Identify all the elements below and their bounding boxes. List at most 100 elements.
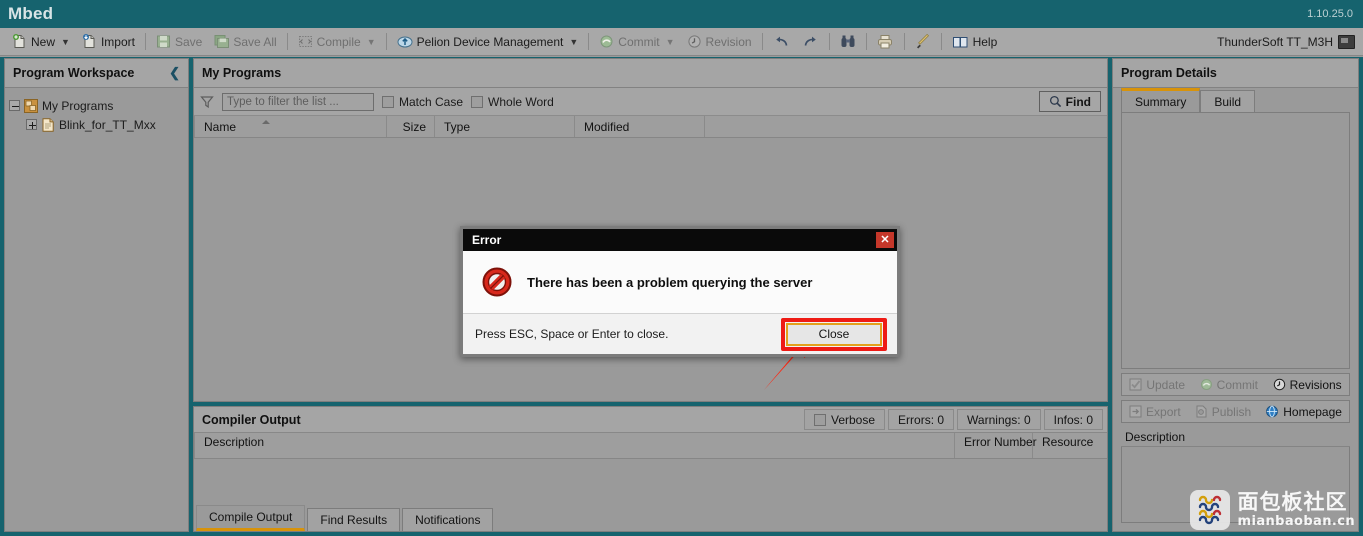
printer-icon (877, 34, 894, 49)
toolbar-print-button[interactable] (871, 32, 900, 51)
program-details-title: Program Details (1121, 66, 1217, 80)
column-header-name[interactable]: Name (194, 116, 386, 137)
warnings-count[interactable]: Warnings: 0 (957, 409, 1041, 430)
toolbar-compile-button[interactable]: Compile ▼ (292, 32, 382, 51)
programs-filter-bar: Match Case Whole Word Find (194, 88, 1107, 116)
update-button[interactable]: Update (1127, 378, 1187, 392)
column-label: Error Number (964, 435, 1037, 449)
column-header-description[interactable]: Description (194, 433, 954, 458)
infos-count[interactable]: Infos: 0 (1043, 409, 1103, 430)
toolbar-pelion-label: Pelion Device Management (416, 34, 564, 49)
chevron-down-icon[interactable]: ▼ (569, 37, 578, 47)
homepage-globe-icon (1265, 405, 1279, 418)
watermark-cn-text: 面包板社区 (1237, 490, 1348, 514)
toolbar-import-button[interactable]: Import (76, 32, 141, 51)
sort-ascending-icon (262, 120, 270, 124)
checkbox-box (471, 95, 484, 108)
tab-build[interactable]: Build (1200, 90, 1256, 112)
column-header-size[interactable]: Size (386, 116, 434, 137)
tree-item-my-programs[interactable]: My Programs (9, 96, 184, 115)
app-title: Mbed (8, 4, 54, 23)
column-header-type[interactable]: Type (434, 116, 574, 137)
export-arrow-icon (1129, 405, 1142, 418)
toolbar-redo-button[interactable] (796, 33, 825, 50)
commit-button[interactable]: Commit (1198, 378, 1260, 392)
toolbar-pelion-device-management-button[interactable]: Pelion Device Management ▼ (391, 32, 585, 51)
toolbar-commit-label: Commit (618, 34, 660, 49)
watermark-text: 面包板社区 mianbaoban.cn (1237, 490, 1355, 529)
compiler-output-columns: Description Error Number Resource In Fol… (194, 433, 1107, 459)
commit-icon (599, 34, 614, 49)
tab-summary[interactable]: Summary (1121, 88, 1201, 112)
toolbar-find-button[interactable] (834, 32, 862, 51)
homepage-label: Homepage (1283, 404, 1342, 419)
errors-count[interactable]: Errors: 0 (888, 409, 955, 430)
chevron-down-icon[interactable]: ▼ (61, 37, 70, 47)
column-header-modified[interactable]: Modified (574, 116, 704, 137)
tree-item-label: Blink_for_TT_Mxx (59, 117, 156, 132)
compiler-output-body[interactable] (194, 459, 1107, 505)
chevron-down-icon[interactable]: ▼ (666, 37, 675, 47)
program-workspace-panel: Program Workspace ❮ My Programs Blink_fo… (4, 58, 189, 532)
watermark: 面包板社区 mianbaoban.cn (1189, 490, 1355, 530)
revision-clock-icon (687, 34, 702, 49)
filter-input[interactable] (222, 92, 374, 111)
compiler-output-title: Compiler Output (202, 412, 301, 427)
find-button[interactable]: Find (1038, 91, 1101, 112)
chevron-down-icon[interactable]: ▼ (367, 37, 376, 47)
match-case-checkbox[interactable]: Match Case (382, 95, 463, 109)
homepage-button[interactable]: Homepage (1263, 405, 1344, 419)
close-button[interactable]: Close (786, 322, 882, 346)
details-actions-row-2: Export Publish Homepage (1121, 400, 1350, 423)
toolbar-revision-button[interactable]: Revision (681, 32, 758, 51)
compiler-output-header: Compiler Output Verbose Errors: 0 Warnin… (194, 407, 1107, 433)
tab-notifications[interactable]: Notifications (402, 508, 494, 531)
toolbar-divider (588, 33, 590, 50)
toolbar-wand-button[interactable] (909, 32, 937, 51)
toolbar-import-label: Import (100, 34, 135, 49)
error-dialog-footer: Press ESC, Space or Enter to close. Clos… (463, 314, 897, 354)
update-label: Update (1146, 377, 1186, 392)
dialog-close-x-icon[interactable]: ✕ (876, 232, 894, 248)
help-book-icon (952, 35, 969, 49)
toolbar-new-button[interactable]: New ▼ (6, 32, 76, 51)
chevron-left-icon[interactable]: ❮ (169, 65, 180, 81)
toolbar-help-label: Help (972, 34, 998, 49)
column-header-resource[interactable]: Resource (1032, 433, 1107, 458)
toolbar-undo-button[interactable] (767, 33, 796, 50)
details-actions-row-1: Update Commit Revisions (1121, 373, 1350, 396)
toolbar-compile-label: Compile (316, 34, 361, 49)
whole-word-label: Whole Word (488, 94, 554, 109)
whole-word-checkbox[interactable]: Whole Word (471, 95, 554, 109)
program-file-icon (41, 117, 55, 132)
match-case-label: Match Case (399, 94, 464, 109)
toolbar-save-all-label: Save All (233, 34, 277, 49)
expander-minus-icon[interactable] (9, 100, 20, 111)
column-header-error-number[interactable]: Error Number (954, 433, 1037, 458)
tab-find-results[interactable]: Find Results (307, 508, 401, 531)
compiler-output-meta: Verbose Errors: 0 Warnings: 0 Infos: 0 (801, 409, 1103, 430)
toolbar-target-board[interactable]: ThunderSoft TT_M3H (1217, 34, 1357, 49)
programs-folder-icon (24, 98, 38, 113)
program-details-header: Program Details (1113, 59, 1358, 88)
toolbar-help-button[interactable]: Help (946, 33, 1004, 51)
toolbar-commit-button[interactable]: Commit ▼ (593, 32, 680, 51)
toolbar-save-all-button[interactable]: Save All (208, 32, 282, 51)
export-button[interactable]: Export (1127, 405, 1183, 419)
toolbar-divider (286, 33, 288, 50)
tree-item-blink-for-tt-mxx[interactable]: Blink_for_TT_Mxx (9, 115, 184, 134)
revisions-button[interactable]: Revisions (1271, 378, 1344, 392)
column-label: Type (444, 119, 471, 134)
workspace-tree: My Programs Blink_for_TT_Mxx (5, 88, 188, 142)
verbose-checkbox[interactable]: Verbose (803, 409, 886, 430)
error-forbidden-icon (481, 266, 513, 298)
board-chip-icon (1338, 34, 1355, 49)
toolbar-save-button[interactable]: Save (150, 32, 208, 51)
tab-compile-output[interactable]: Compile Output (196, 505, 306, 531)
undo-arrow-icon (773, 35, 790, 48)
close-button-highlight: Close (781, 317, 887, 351)
toolbar-new-label: New (31, 34, 56, 49)
expander-plus-icon[interactable] (26, 119, 37, 130)
publish-button[interactable]: Publish (1193, 405, 1253, 419)
magic-wand-icon (915, 33, 931, 49)
